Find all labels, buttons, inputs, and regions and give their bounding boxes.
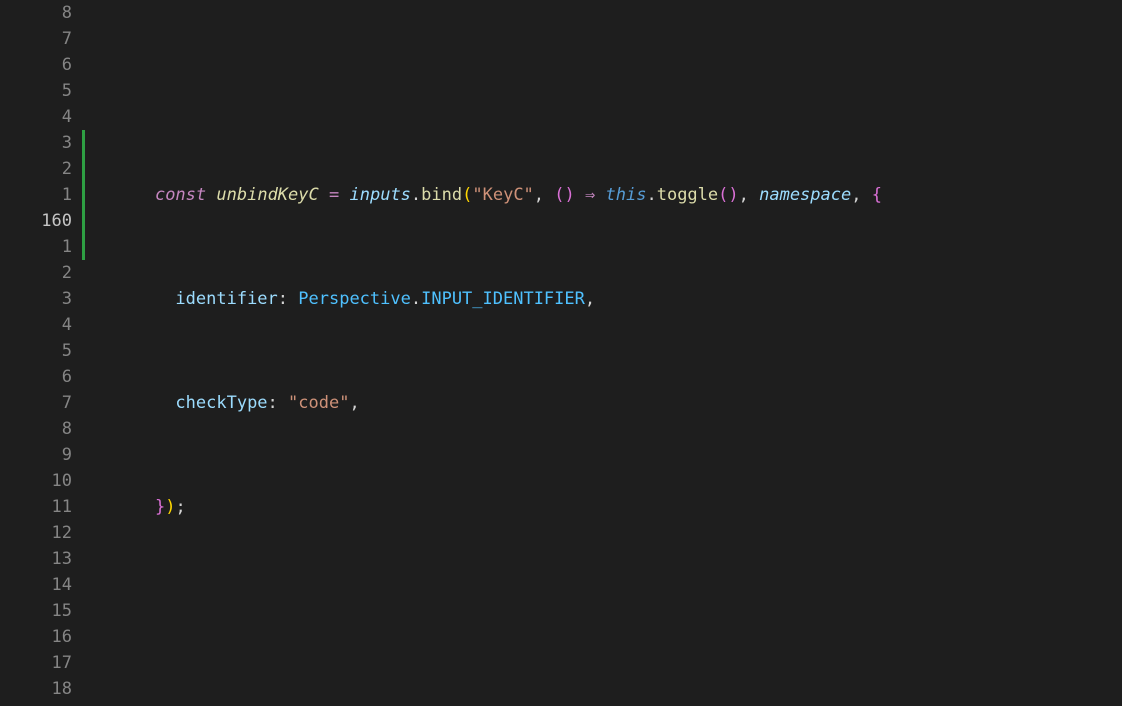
line-number: 14: [0, 572, 82, 598]
line-number: 9: [0, 442, 82, 468]
code-area[interactable]: const unbindKeyC = inputs.bind("KeyC", (…: [82, 0, 1122, 706]
code-line[interactable]: const unbindKeyC = inputs.bind("KeyC", (…: [114, 182, 1122, 208]
line-number: 16: [0, 624, 82, 650]
line-number: 3: [0, 130, 82, 156]
line-number: 15: [0, 598, 82, 624]
line-number: 17: [0, 650, 82, 676]
line-number: 7: [0, 390, 82, 416]
line-number: 7: [0, 26, 82, 52]
code-line[interactable]: const unbindKeyF = inputs.bind("KeyF", (…: [114, 702, 1122, 706]
line-number: 5: [0, 338, 82, 364]
line-number: 8: [0, 0, 82, 26]
line-number: 6: [0, 364, 82, 390]
line-number: 4: [0, 104, 82, 130]
code-editor[interactable]: 8 7 6 5 4 3 2 1 160 1 2 3 4 5 6 7 8 9 10…: [0, 0, 1122, 706]
line-number: 10: [0, 468, 82, 494]
line-number: 13: [0, 546, 82, 572]
line-number: 1: [0, 182, 82, 208]
line-number-gutter: 8 7 6 5 4 3 2 1 160 1 2 3 4 5 6 7 8 9 10…: [0, 0, 82, 706]
line-number: 6: [0, 52, 82, 78]
line-number: 2: [0, 260, 82, 286]
line-number: 5: [0, 78, 82, 104]
line-number: 12: [0, 520, 82, 546]
line-number: 4: [0, 312, 82, 338]
line-number: 2: [0, 156, 82, 182]
code-line[interactable]: checkType: "code",: [114, 390, 1122, 416]
code-line[interactable]: identifier: Perspective.INPUT_IDENTIFIER…: [114, 286, 1122, 312]
line-number: 3: [0, 286, 82, 312]
line-number-absolute: 160: [0, 208, 82, 234]
code-line[interactable]: });: [114, 494, 1122, 520]
line-number: 1: [0, 234, 82, 260]
line-number: 8: [0, 416, 82, 442]
line-number: 18: [0, 676, 82, 702]
line-number: 11: [0, 494, 82, 520]
code-line[interactable]: [114, 598, 1122, 624]
